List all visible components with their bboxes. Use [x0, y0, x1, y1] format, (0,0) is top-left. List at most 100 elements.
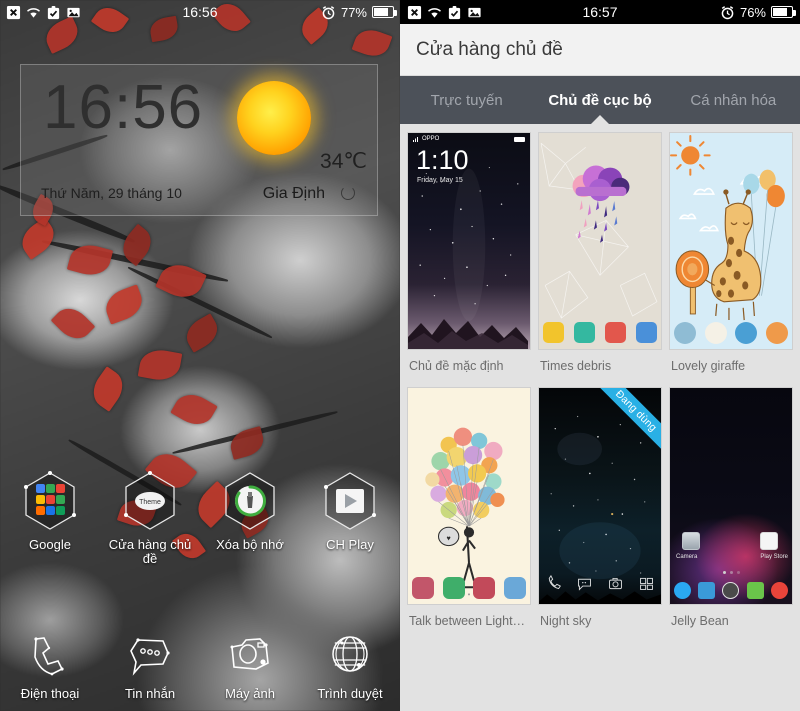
theme-card[interactable]: Times debris [538, 132, 662, 387]
theme-icon [473, 577, 496, 599]
theme-thumbnail[interactable] [669, 132, 793, 350]
page-dot [736, 571, 740, 574]
svg-text:♥: ♥ [447, 534, 451, 542]
dock-messages[interactable]: Tin nhắn [100, 631, 200, 701]
app-ch-play[interactable]: CH Play [300, 470, 400, 567]
clean-memory-icon [219, 470, 281, 532]
camera-icon [609, 577, 622, 590]
preview-app-label: Camera [676, 554, 698, 560]
preview-icon-row [412, 577, 526, 599]
theme-label: Talk between Light… [409, 614, 526, 628]
app-theme-store[interactable]: Theme Cửa hàng chủ đề [100, 470, 200, 567]
preview-icon-row [543, 322, 657, 343]
browser-globe-icon [332, 636, 368, 672]
app-drawer-icon [722, 581, 740, 599]
preview-date: Friday, May 15 [417, 177, 463, 184]
chrome-icon [771, 581, 789, 599]
app-google[interactable]: Google [0, 470, 100, 567]
app-clean-memory[interactable]: Xóa bộ nhớ [200, 470, 300, 567]
message-icon [746, 581, 764, 599]
theme-thumbnail[interactable]: Đang dùng [538, 387, 662, 605]
dock-label: Tin nhắn [124, 686, 176, 701]
theme-icon [412, 577, 434, 599]
right-statusbar-time: 16:57 [582, 4, 618, 20]
message-icon [130, 638, 170, 676]
page-dot [722, 571, 726, 574]
app-label: Cửa hàng chủ đề [108, 537, 192, 567]
play-store-icon [319, 470, 381, 532]
dock-label: Trình duyệt [317, 686, 383, 701]
theme-thumbnail[interactable]: OPPO 1:10 Friday, May 15 [407, 132, 531, 350]
theme-card[interactable]: OPPO 1:10 Friday, May 15 Chủ đề mặc định [407, 132, 531, 387]
preview-carrier: OPPO [422, 136, 440, 142]
play-store-icon [760, 532, 778, 550]
theme-icon [765, 322, 788, 344]
app-header: Cửa hàng chủ đề [400, 24, 800, 76]
preview-battery-icon [514, 136, 525, 142]
message-icon [578, 578, 591, 591]
theme-label: Chủ đề mặc định [409, 359, 504, 373]
phone-icon [673, 581, 691, 599]
theme-icon [674, 322, 696, 344]
homescreen-app-row: Google Theme Cửa hàng chủ đề Xóa bộ nhớ … [0, 470, 400, 567]
theme-icon [543, 322, 564, 343]
page-title: Cửa hàng chủ đề [416, 38, 563, 60]
tab-personalize[interactable]: Cá nhân hóa [667, 76, 800, 124]
theme-icon [636, 322, 657, 343]
giraffe-scene [670, 135, 785, 321]
battery-icon [771, 6, 796, 18]
preview-app-label: Play Store [760, 554, 788, 560]
dock-label: Điện thoại [20, 686, 80, 701]
left-statusbar: 16:56 77% [0, 0, 400, 24]
dock-browser[interactable]: Trình duyệt [300, 631, 400, 701]
left-phone-homescreen: 16:56 77% 16:56 Thứ Năm, 29 tháng 10 34℃… [0, 0, 400, 711]
tabbar: Trực tuyến Chủ đề cục bộ Cá nhân hóa [400, 76, 800, 124]
theme-thumbnail[interactable]: ♥ [407, 387, 531, 605]
rain-cloud-icon [572, 165, 630, 243]
preview-dock [670, 578, 792, 602]
widget-date: Thứ Năm, 29 tháng 10 [41, 185, 182, 201]
google-folder-icon [19, 470, 81, 532]
theme-card[interactable]: Đang dùng Night sky [538, 387, 662, 642]
theme-icon [503, 577, 526, 599]
theme-label: Lovely giraffe [671, 359, 746, 373]
svg-text:Theme: Theme [139, 499, 161, 506]
dock-camera[interactable]: Máy ảnh [200, 631, 300, 701]
preview-icon-row [545, 575, 655, 592]
theme-label: Jelly Bean [671, 614, 729, 628]
theme-icon [704, 322, 727, 344]
mountains [408, 319, 528, 349]
widget-city: Gia Định [262, 185, 325, 202]
app-drawer-icon [640, 577, 653, 590]
camera-icon [230, 638, 269, 670]
active-tab-indicator [591, 115, 609, 124]
app-label: CH Play [326, 537, 374, 552]
signal-icon [413, 137, 418, 142]
theme-icon [605, 322, 626, 343]
theme-card[interactable]: Camera Play Store Jelly Bean [669, 387, 793, 642]
theme-card[interactable]: ♥ Talk between Light… [407, 387, 531, 642]
theme-icon [442, 577, 465, 599]
theme-thumbnail[interactable]: Camera Play Store [669, 387, 793, 605]
dock-phone[interactable]: Điện thoại [0, 631, 100, 701]
dock-label: Máy ảnh [225, 686, 275, 701]
theme-label: Times debris [540, 359, 612, 373]
sun-icon [237, 81, 311, 155]
theme-card[interactable]: Lovely giraffe [669, 132, 793, 387]
battery-icon [372, 6, 397, 18]
phone-icon [34, 637, 64, 676]
refresh-icon[interactable] [341, 186, 355, 200]
widget-temperature: 34℃ [320, 150, 367, 173]
clock-weather-widget[interactable]: 16:56 Thứ Năm, 29 tháng 10 34℃ Gia Định [20, 64, 378, 216]
app-label: Xóa bộ nhớ [216, 537, 284, 552]
page-dot [729, 571, 733, 574]
theme-icon [574, 322, 595, 343]
left-statusbar-time: 16:56 [182, 4, 218, 20]
right-statusbar: 16:57 76% [400, 0, 800, 24]
tab-online[interactable]: Trực tuyến [400, 76, 533, 124]
preview-time: 1:10 [416, 145, 469, 175]
theme-label: Night sky [540, 614, 592, 628]
theme-thumbnail[interactable] [538, 132, 662, 350]
people-icon [698, 581, 716, 599]
homescreen-dock: Điện thoại Tin nhắn Máy ảnh Trình duyệt [0, 631, 400, 701]
